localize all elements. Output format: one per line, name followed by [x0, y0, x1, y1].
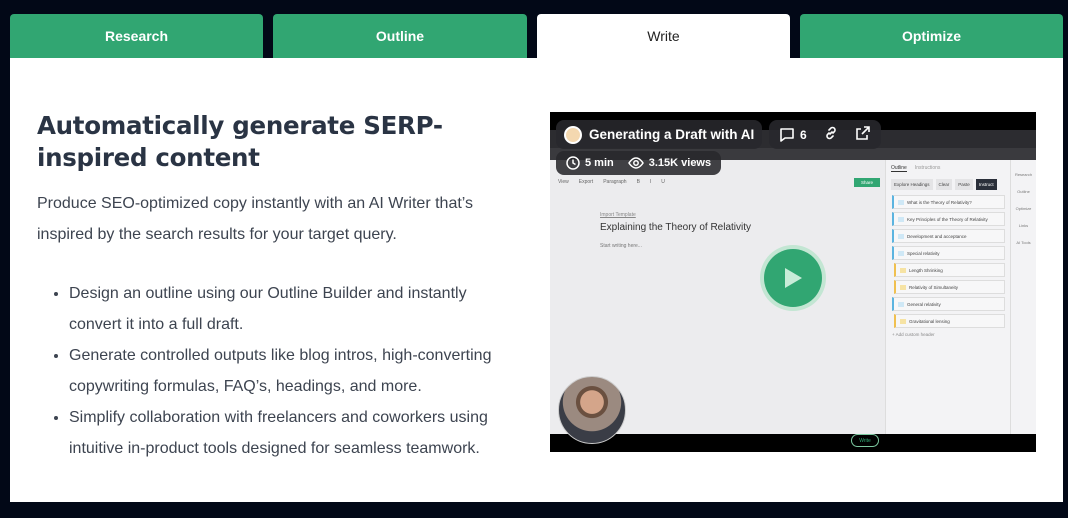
author-avatar	[564, 125, 582, 144]
tab-write[interactable]: Write	[537, 14, 790, 58]
outline-item: What is the Theory of Relativity?	[892, 195, 1005, 209]
external-link-icon[interactable]	[855, 125, 871, 144]
side-button: Clear	[935, 179, 953, 190]
rail-item: Research	[1014, 172, 1033, 177]
comment-count: 6	[800, 127, 807, 142]
heading-level-badge	[898, 216, 904, 222]
outline-item-text: Relativity of Simultaneity	[909, 284, 959, 290]
video-title: Generating a Draft with AI	[589, 127, 755, 142]
video-meta-pill: 5 min 3.15K views	[556, 151, 722, 175]
outline-item: Length Shrinking	[894, 263, 1005, 277]
tab-optimize[interactable]: Optimize	[800, 14, 1063, 58]
import-template-link: Import Template	[600, 212, 636, 218]
feature-list: Design an outline using our Outline Buil…	[69, 278, 519, 464]
outline-item-text: Special relativity	[907, 250, 940, 256]
video-title-pill: Generating a Draft with AI	[556, 120, 763, 149]
video-duration: 5 min	[585, 157, 614, 169]
heading-level-badge	[898, 301, 904, 307]
rail-item: Links	[1018, 223, 1029, 228]
toolbar-item: Paragraph	[603, 179, 627, 185]
side-tab: Instructions	[914, 165, 941, 171]
heading-level-badge	[898, 250, 904, 256]
write-button: Write	[851, 434, 879, 447]
rail-item: AI Tools	[1016, 240, 1031, 245]
outline-item: General relativity	[892, 297, 1005, 311]
side-tab: Outline	[891, 165, 907, 172]
section-description: Produce SEO-optimized copy instantly wit…	[37, 195, 474, 243]
video-player[interactable]: View Export Paragraph B I U Share Import…	[550, 112, 1036, 452]
outline-item-text: Length Shrinking	[909, 267, 943, 273]
rail-item: Outline	[1017, 189, 1030, 194]
video-views: 3.15K views	[648, 157, 712, 169]
side-button: Explore Headings	[891, 179, 933, 190]
outline-item-text: General relativity	[907, 301, 941, 307]
outline-item-text: Gravitational lensing	[909, 318, 950, 324]
tab-panel-write: Automatically generate SERP-inspired con…	[10, 58, 1063, 502]
doc-placeholder: Start writing here...	[600, 243, 642, 249]
app-rail: Research Outline Optimize Links AI Tools	[1010, 160, 1036, 434]
toolbar-item: Export	[578, 179, 594, 185]
toolbar-item: I	[649, 179, 652, 185]
clock-icon	[566, 156, 580, 170]
outline-item-text: Development and acceptance	[907, 233, 967, 239]
heading-level-badge	[898, 199, 904, 205]
outline-item: Special relativity	[892, 246, 1005, 260]
play-button[interactable]	[760, 245, 826, 311]
feature-item: Design an outline using our Outline Buil…	[69, 278, 519, 340]
presenter-webcam	[558, 376, 626, 444]
feature-item: Generate controlled outputs like blog in…	[69, 340, 519, 402]
feature-item: Simplify collaboration with freelancers …	[69, 402, 519, 464]
outline-item-text: Key Principles of the Theory of Relativi…	[907, 216, 988, 222]
share-button: Share	[854, 178, 880, 187]
outline-item: Development and acceptance	[892, 229, 1005, 243]
add-header-link: + Add custom header	[892, 332, 935, 337]
heading-level-badge	[898, 233, 904, 239]
toolbar-item: View	[558, 179, 569, 185]
doc-title: Explaining the Theory of Relativity	[600, 222, 752, 233]
toolbar-item: U	[661, 179, 665, 185]
editor-toolbar: View Export Paragraph B I U	[550, 176, 885, 188]
section-heading: Automatically generate SERP-inspired con…	[37, 111, 443, 172]
comment-icon	[780, 127, 794, 142]
outline-item: Key Principles of the Theory of Relativi…	[892, 212, 1005, 226]
comments-button[interactable]: 6	[779, 127, 807, 143]
heading-level-badge	[900, 267, 906, 273]
eye-icon	[627, 157, 644, 169]
outline-item-text: What is the Theory of Relativity?	[907, 199, 972, 205]
outline-sidebar: Outline Instructions Explore Headings Cle…	[885, 160, 1010, 434]
outline-item: Gravitational lensing	[894, 314, 1005, 328]
rail-item: Optimize	[1015, 206, 1032, 211]
tab-outline[interactable]: Outline	[273, 14, 527, 58]
heading-level-badge	[900, 284, 906, 290]
side-button: Instruct	[975, 179, 997, 190]
outline-item: Relativity of Simultaneity	[894, 280, 1005, 294]
play-icon	[764, 249, 822, 307]
link-icon[interactable]	[823, 125, 839, 144]
side-button: Paste	[955, 179, 973, 190]
heading-level-badge	[900, 318, 906, 324]
tab-research[interactable]: Research	[10, 14, 263, 58]
video-actions: 6	[769, 120, 881, 149]
toolbar-item: B	[636, 179, 640, 185]
